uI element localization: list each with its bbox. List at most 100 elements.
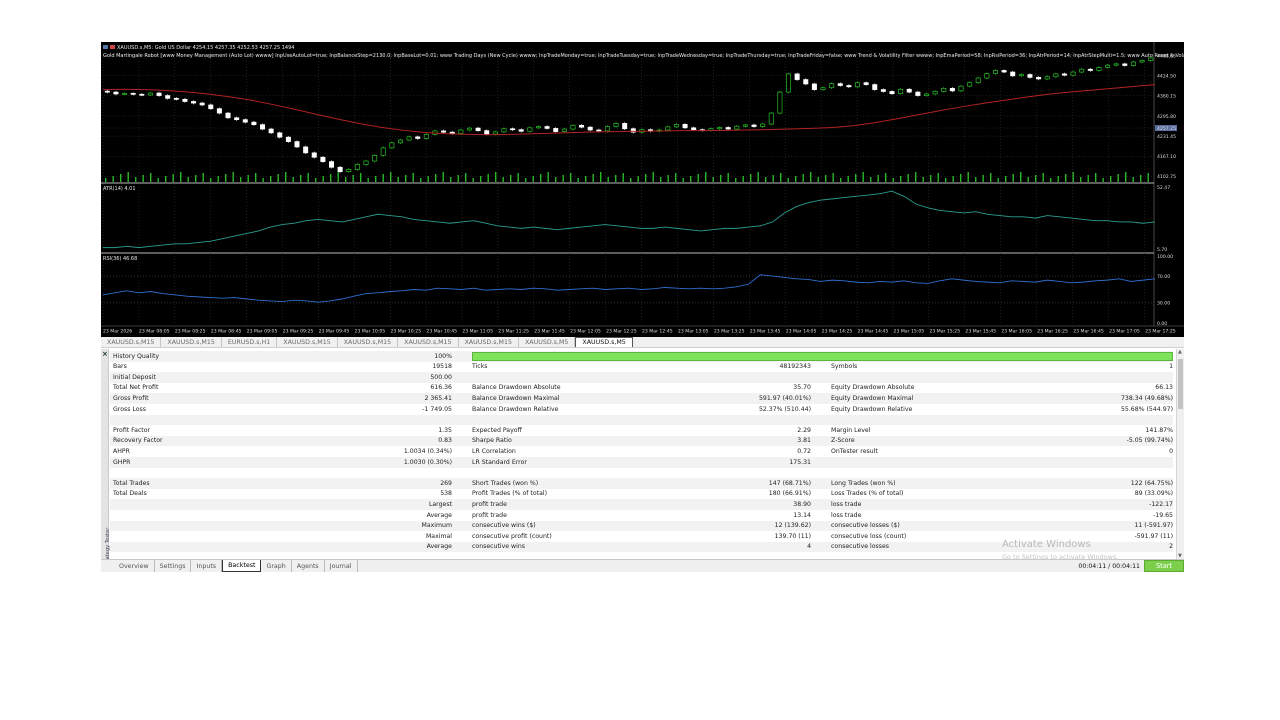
- candle: [294, 141, 300, 148]
- symbol-tab[interactable]: XAUUSD.s,M15: [459, 337, 519, 347]
- tab-journal[interactable]: Journal: [325, 560, 358, 572]
- report-value: 500.00: [430, 373, 452, 381]
- candle: [277, 132, 283, 138]
- volume-bar: [555, 177, 557, 182]
- volume-bar: [307, 173, 309, 182]
- report-label: Short Trades (won %): [472, 479, 539, 487]
- volume-bar: [577, 178, 579, 182]
- time-label: 23 Mar 17:05: [1109, 329, 1140, 335]
- report-value: 55.68% (544.97): [1120, 405, 1173, 413]
- candle: [1018, 74, 1024, 77]
- report-value: 35.70: [793, 384, 811, 392]
- report-label: consecutive wins ($): [472, 522, 536, 530]
- volume-bar: [765, 177, 767, 182]
- symbol-tab[interactable]: XAUUSD.s,M15: [338, 337, 399, 347]
- volume-bar: [945, 178, 947, 182]
- candle: [104, 90, 110, 93]
- tab-backtest[interactable]: Backtest: [222, 560, 262, 572]
- volume-bar: [375, 176, 377, 182]
- candle: [406, 136, 412, 141]
- report-row: Maximum consecutive wins ($) 12 (139.62) co…: [110, 520, 1173, 532]
- report-row: Gross Loss -1 749.05 Balance Drawdown Rela…: [110, 404, 1173, 415]
- report-label: Loss Trades (% of total): [831, 490, 904, 498]
- candle: [130, 92, 136, 95]
- candle: [725, 127, 731, 130]
- volume-bar: [510, 175, 512, 182]
- symbol-tab[interactable]: XAUUSD.s,M5: [575, 337, 633, 347]
- symbol-tab[interactable]: XAUUSD.s,M5: [519, 337, 576, 347]
- candle: [268, 128, 274, 134]
- candle: [872, 84, 878, 90]
- candle: [906, 88, 912, 93]
- candle: [510, 128, 516, 131]
- scroll-thumb[interactable]: [1178, 359, 1183, 409]
- volume-bar: [1042, 173, 1044, 182]
- tab-overview[interactable]: Overview: [101, 560, 155, 572]
- price-label: 4424.50: [1157, 73, 1176, 79]
- report-scrollbar[interactable]: ▲ ▼: [1176, 349, 1184, 559]
- volume-bar: [150, 173, 152, 182]
- price-label: 4360.15: [1157, 94, 1176, 100]
- rsi-level: 0.00: [1157, 321, 1167, 327]
- close-icon[interactable]: ×: [102, 351, 108, 358]
- tab-agents[interactable]: Agents: [292, 560, 325, 572]
- report-value: 147 (68.71%): [768, 479, 811, 487]
- scroll-up-icon[interactable]: ▲: [1178, 349, 1182, 355]
- candle: [613, 123, 619, 127]
- volume-bar: [615, 175, 617, 182]
- volume-bar: [210, 178, 212, 182]
- time-label: 23 Mar 10:25: [390, 329, 421, 335]
- report-value: 66.13: [1155, 384, 1173, 392]
- symbol-tab[interactable]: XAUUSD.s,M15: [161, 337, 222, 347]
- time-label: 23 Mar 16:25: [1037, 329, 1068, 335]
- price-label: 4167.10: [1157, 154, 1176, 160]
- report-row: Gross Profit 2 365.41 Balance Drawdown Max…: [110, 393, 1173, 404]
- symbol-tab[interactable]: XAUUSD.s,M15: [398, 337, 459, 347]
- price-label: 4231.45: [1157, 134, 1176, 140]
- symbol-tab[interactable]: XAUUSD.s,M15: [277, 337, 338, 347]
- report-row: Bars 19518 Ticks 48192343 Symbols 1: [110, 362, 1173, 373]
- symbol-tab[interactable]: EURUSD.s,H1: [222, 337, 278, 347]
- volume-bar: [292, 177, 294, 182]
- price-chart[interactable]: 4488.85 4424.50 4360.15 4295.80 4257.25 4231.…: [101, 42, 1184, 337]
- symbol-tab[interactable]: XAUUSD.s,M15: [101, 337, 162, 347]
- volume-bar: [720, 175, 722, 182]
- start-button[interactable]: Start: [1144, 560, 1184, 572]
- candle: [389, 142, 395, 149]
- time-label: 23 Mar 11:05: [462, 329, 493, 335]
- candle: [1061, 73, 1067, 76]
- volume-bar: [780, 173, 782, 182]
- report-value: 1.0030 (0.30%): [403, 458, 452, 466]
- volume-bar: [352, 175, 354, 182]
- time-label: 23 Mar 13:05: [678, 329, 709, 335]
- candle: [622, 123, 628, 130]
- report-value: 89 (33.09%): [1134, 490, 1173, 498]
- candle: [1096, 66, 1102, 71]
- report-row: Total Trades 269 Short Trades (won %) 147 (…: [110, 478, 1173, 489]
- candle: [260, 124, 266, 130]
- volume-bar: [952, 176, 954, 182]
- report-label: AHPR: [113, 448, 130, 456]
- volume-bar: [1027, 177, 1029, 182]
- atr-level: 5.70: [1157, 247, 1167, 253]
- candle: [1105, 64, 1111, 68]
- report-label: Gross Profit: [113, 395, 149, 403]
- volume-bar: [367, 178, 369, 182]
- volume-bar: [832, 173, 834, 182]
- tab-settings[interactable]: Settings: [155, 560, 192, 572]
- report-row: [110, 468, 1173, 479]
- tab-inputs[interactable]: Inputs: [191, 560, 223, 572]
- candle: [320, 156, 326, 162]
- report-label: consecutive wins: [472, 543, 525, 551]
- report-value: 11 (-591.97): [1134, 522, 1173, 530]
- volume-bar: [607, 177, 609, 182]
- candle: [682, 124, 688, 129]
- candle: [553, 128, 559, 132]
- chart-canvas[interactable]: 4488.854424.504360.154295.804257.254231.…: [101, 42, 1184, 337]
- rsi-level: 70.00: [1157, 274, 1170, 280]
- volume-bar: [127, 172, 129, 182]
- tab-graph[interactable]: Graph: [261, 560, 292, 572]
- candle: [579, 124, 585, 128]
- candle: [889, 91, 895, 95]
- time-label: 23 Mar 15:25: [929, 329, 960, 335]
